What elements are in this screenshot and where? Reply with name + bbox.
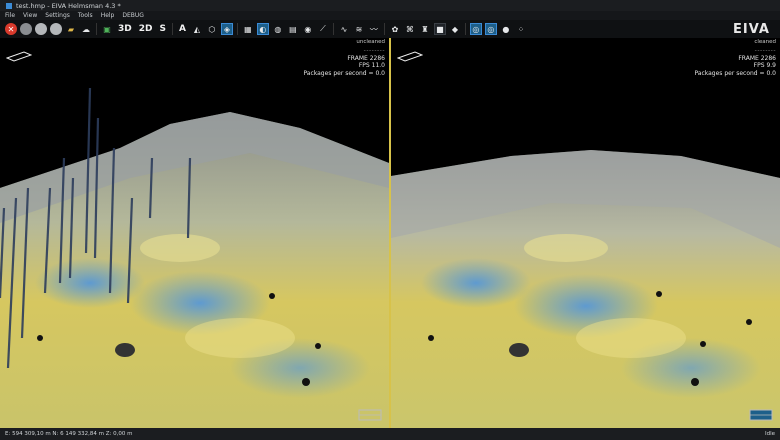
- target-icon[interactable]: ◎: [469, 23, 482, 35]
- fps-readout: FPS 11.0: [358, 62, 385, 69]
- view-2d-button[interactable]: 2D: [137, 23, 155, 35]
- menu-bar: File View Settings Tools Help DEBUG: [0, 11, 780, 20]
- grid-icon[interactable]: ▦: [242, 23, 254, 35]
- layers-icon[interactable]: ◈: [220, 23, 233, 35]
- globe-icon[interactable]: ◍: [272, 23, 284, 35]
- open-folder-icon[interactable]: ▰: [65, 23, 77, 35]
- stats-divider: --------: [754, 47, 776, 54]
- ruler-icon[interactable]: ⟋: [317, 23, 329, 35]
- camera-icon[interactable]: ◉: [302, 23, 314, 35]
- wave-line-icon[interactable]: 〰: [368, 23, 380, 35]
- wave-surface-icon[interactable]: ≋: [353, 23, 365, 35]
- seabed-terrain-cleaned: [391, 150, 780, 428]
- view-stats: -------- FRAME 2286 FPS 11.0 Packages pe…: [303, 47, 385, 77]
- view-s-button[interactable]: S: [157, 23, 167, 35]
- scale-indicator-icon: [358, 409, 382, 421]
- toolbar-separator: [332, 23, 334, 35]
- hierarchy-icon[interactable]: ⌘: [404, 23, 416, 35]
- tag-icon[interactable]: ◆: [449, 23, 461, 35]
- packets-readout: Packages per second = 0.0: [694, 69, 776, 77]
- vessel-icon[interactable]: ♜: [419, 23, 431, 35]
- viewport-uncleaned[interactable]: uncleaned -------- FRAME 2286 FPS 11.0 P…: [0, 38, 389, 428]
- window-title: test.hmp - EIVA Helmsman 4.3 *: [16, 1, 121, 10]
- wave-profile-icon[interactable]: ∿: [338, 23, 350, 35]
- stats-divider: --------: [363, 47, 385, 54]
- play-icon[interactable]: [50, 23, 62, 35]
- square-icon[interactable]: ■: [433, 23, 446, 35]
- view-stats: -------- FRAME 2286 FPS 9.9 Packages per…: [694, 47, 776, 77]
- status-bar: E: 594 309,10 m N: 6 149 332,84 m Z: 0,0…: [0, 428, 780, 440]
- title-bar: test.hmp - EIVA Helmsman 4.3 *: [0, 0, 780, 11]
- toolbar-separator: [464, 23, 466, 35]
- view-label: cleaned: [754, 39, 776, 45]
- app-icon: [6, 2, 12, 9]
- dots-large-icon[interactable]: ⁘: [515, 23, 527, 35]
- menu-view[interactable]: View: [23, 12, 37, 19]
- toolbar-separator: [236, 23, 238, 35]
- packets-readout: Packages per second = 0.0: [303, 69, 385, 77]
- dots-small-icon[interactable]: ●: [500, 23, 512, 35]
- record-icon[interactable]: [20, 23, 32, 35]
- coordinates-readout: E: 594 309,10 m N: 6 149 332,84 m Z: 0,0…: [5, 431, 133, 437]
- world-map-icon[interactable]: ◐: [256, 23, 269, 35]
- map-icon[interactable]: ▤: [287, 23, 299, 35]
- toolbar: ✕ ▰ ☁ ▣ 3D 2D S A ◭ ⬡ ◈ ▦ ◐ ◍ ▤ ◉ ⟋ ∿ ≋ …: [0, 20, 780, 38]
- scale-indicator-icon: [749, 409, 773, 421]
- view-label: uncleaned: [356, 39, 385, 45]
- orientation-vessel-icon: [6, 51, 32, 62]
- cloud-download-icon[interactable]: ☁: [80, 23, 92, 35]
- palette-icon[interactable]: ✿: [389, 23, 401, 35]
- view-a-button[interactable]: A: [177, 23, 188, 35]
- brand-logo: EIVA: [733, 21, 770, 37]
- orientation-vessel-icon: [397, 51, 423, 62]
- view-3d-button[interactable]: 3D: [116, 23, 134, 35]
- toolbar-separator: [171, 23, 173, 35]
- toolbar-separator: [96, 23, 97, 35]
- target-alt-icon[interactable]: ◎: [484, 23, 497, 35]
- sail-icon[interactable]: ◭: [191, 23, 203, 35]
- viewport-cleaned[interactable]: cleaned -------- FRAME 2286 FPS 9.9 Pack…: [391, 38, 780, 428]
- menu-file[interactable]: File: [5, 12, 15, 19]
- seabed-terrain-uncleaned: [0, 87, 389, 428]
- toolbar-separator: [383, 23, 385, 35]
- status-mode: Idle: [764, 431, 775, 437]
- menu-settings[interactable]: Settings: [45, 12, 70, 19]
- cube-icon[interactable]: ⬡: [206, 23, 218, 35]
- fps-readout: FPS 9.9: [753, 62, 776, 69]
- frame-counter: FRAME 2286: [347, 54, 385, 62]
- menu-debug[interactable]: DEBUG: [122, 12, 144, 19]
- stop-icon[interactable]: ✕: [5, 23, 17, 35]
- menu-tools[interactable]: Tools: [78, 12, 93, 19]
- pause-icon[interactable]: [35, 23, 47, 35]
- save-icon[interactable]: ▣: [101, 23, 113, 35]
- menu-help[interactable]: Help: [101, 12, 115, 19]
- frame-counter: FRAME 2286: [738, 54, 776, 62]
